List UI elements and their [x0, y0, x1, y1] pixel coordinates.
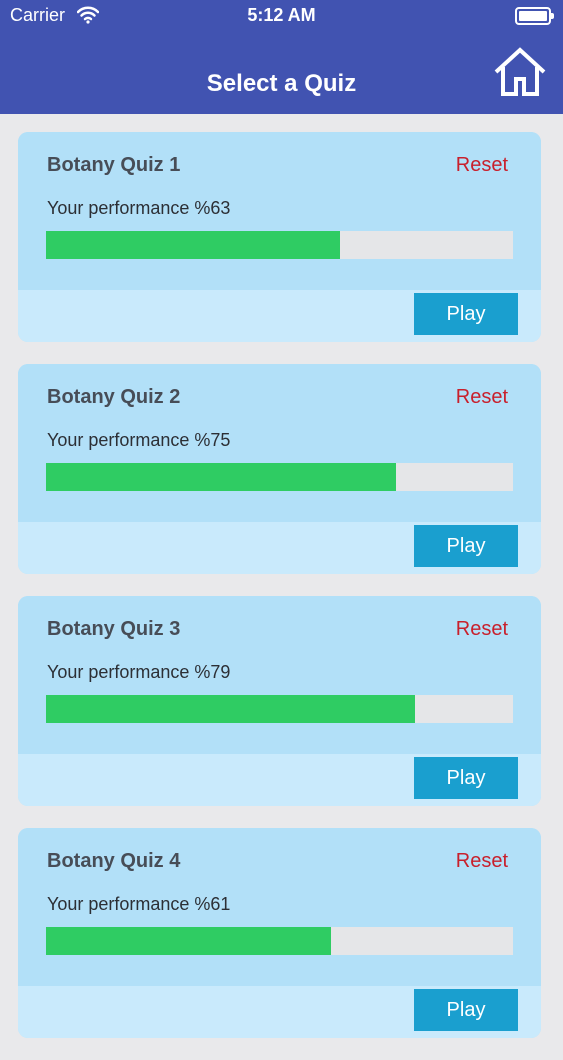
progress-bar [46, 695, 513, 723]
performance-label: Your performance %79 [47, 662, 231, 682]
page-title: Select a Quiz [206, 70, 357, 97]
status-bar: Carrier 5:12 AM [0, 0, 563, 32]
progress-bar [46, 231, 513, 259]
performance-label: Your performance %63 [47, 198, 231, 218]
performance-label: Your performance %75 [47, 430, 231, 450]
quiz-card: Botany Quiz 2 Reset Your performance %75… [18, 364, 541, 574]
progress-fill [46, 231, 341, 259]
performance-label: Your performance %61 [47, 894, 231, 914]
progress-fill [46, 463, 397, 491]
home-icon [494, 47, 546, 96]
quiz-card: Botany Quiz 3 Reset Your performance %79… [18, 596, 541, 806]
battery-icon [515, 7, 554, 25]
nav-header: Carrier 5:12 AM Select a Quiz [0, 0, 563, 114]
reset-button[interactable]: Reset [456, 850, 508, 873]
quiz-card: Botany Quiz 4 Reset Your performance %61… [18, 828, 541, 1038]
progress-bar [46, 463, 513, 491]
quiz-list: Botany Quiz 1 Reset Your performance %63… [18, 132, 541, 1060]
reset-button[interactable]: Reset [456, 154, 508, 177]
quiz-title: Botany Quiz 1 [47, 154, 181, 176]
quiz-title: Botany Quiz 4 [47, 850, 181, 872]
progress-fill [46, 695, 415, 723]
quiz-title: Botany Quiz 3 [47, 618, 181, 640]
home-button[interactable] [492, 46, 548, 98]
play-button[interactable]: Play [414, 757, 518, 799]
play-button[interactable]: Play [414, 989, 518, 1031]
reset-button[interactable]: Reset [456, 386, 508, 409]
progress-bar [46, 927, 513, 955]
quiz-card: Botany Quiz 1 Reset Your performance %63… [18, 132, 541, 342]
progress-fill [46, 927, 331, 955]
play-button[interactable]: Play [414, 525, 518, 567]
quiz-title: Botany Quiz 2 [47, 386, 181, 408]
clock: 5:12 AM [247, 5, 316, 25]
reset-button[interactable]: Reset [456, 618, 508, 641]
play-button[interactable]: Play [414, 293, 518, 335]
